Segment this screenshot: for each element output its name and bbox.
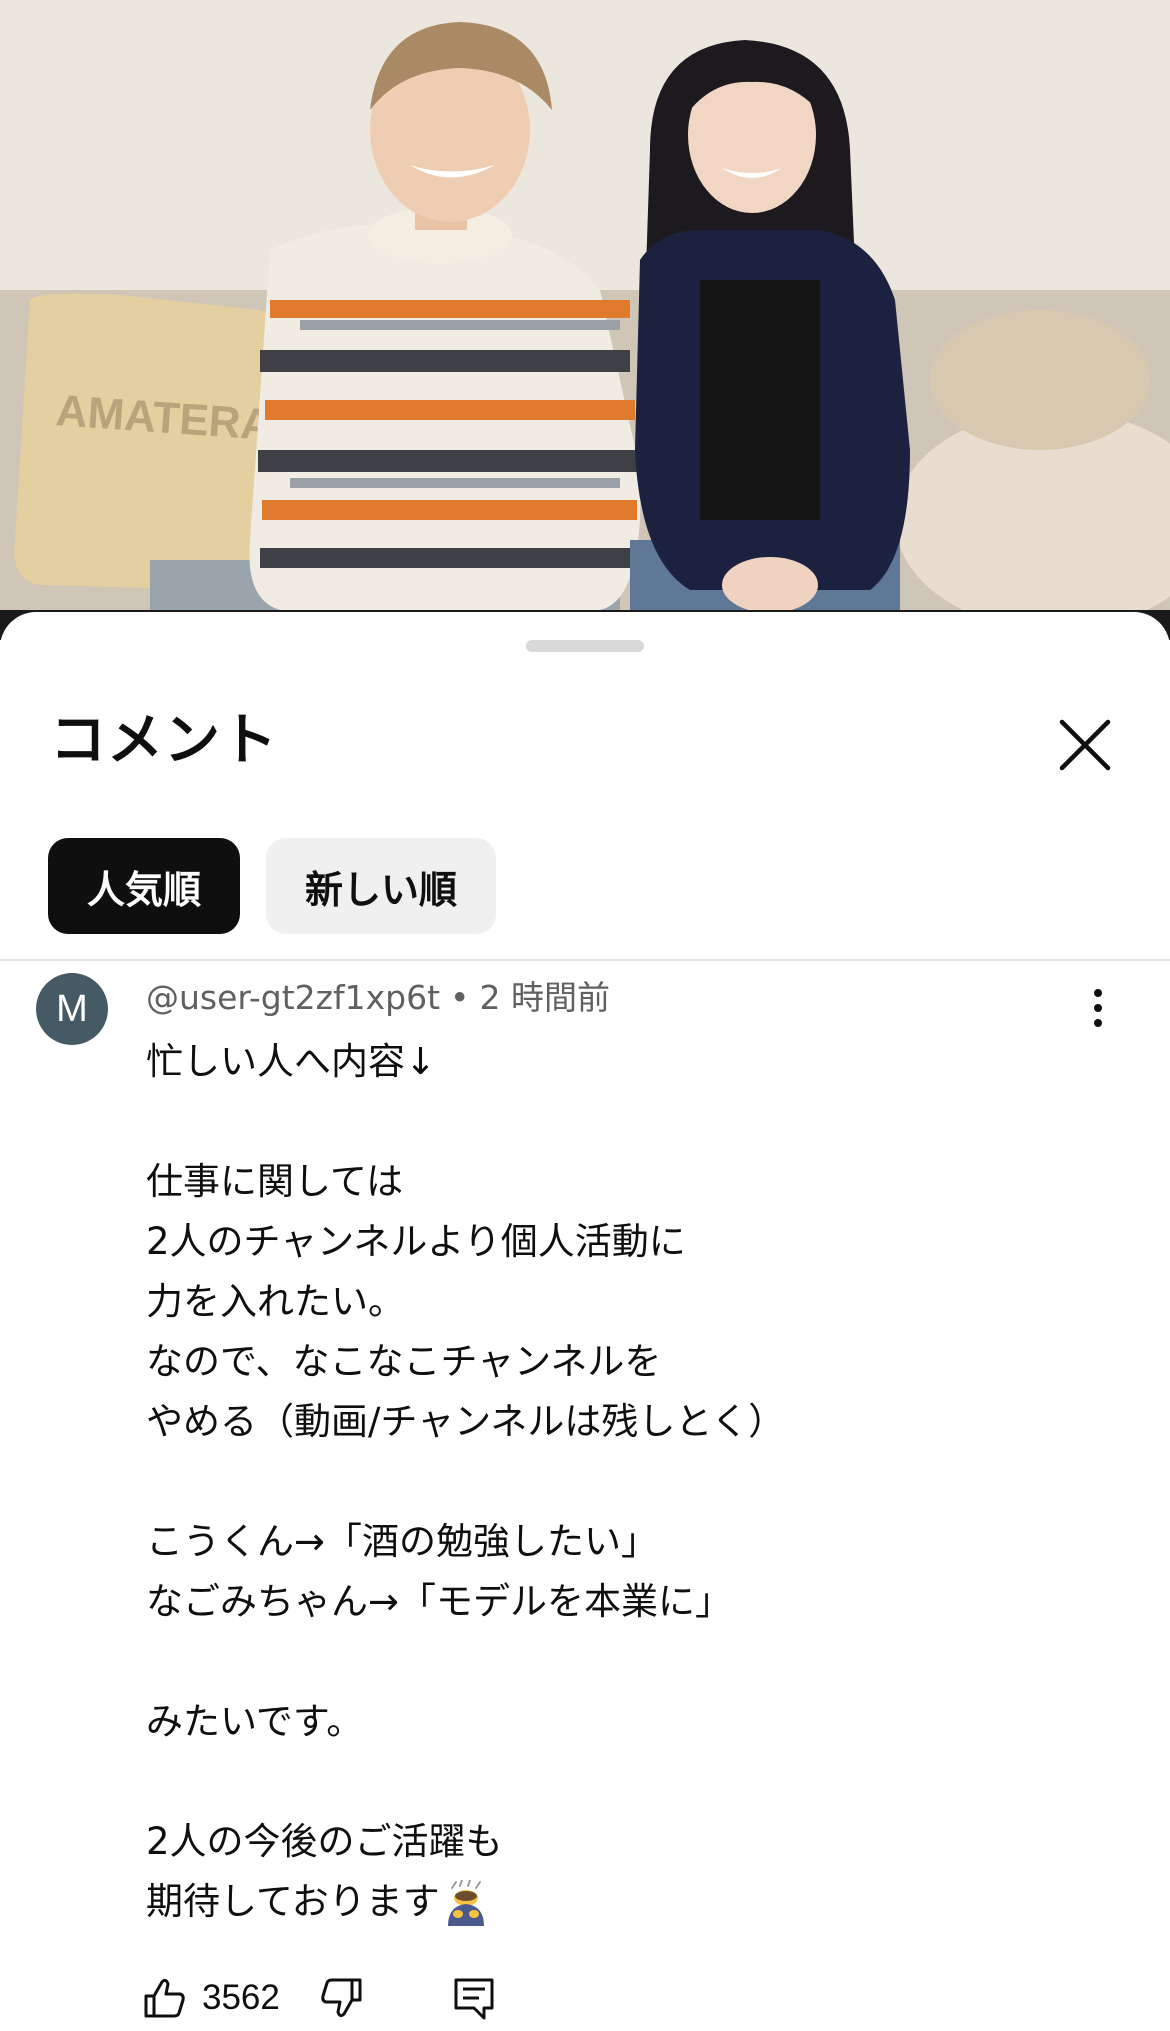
close-button[interactable] [1056, 716, 1114, 774]
comments-screen: AMATERA コメント 人気順 新しい順 M @user-gt2zf1xp6t… [0, 0, 1170, 2031]
thumbs-up-icon[interactable] [140, 1974, 188, 2022]
more-vertical-icon [1082, 989, 1114, 1027]
video-player[interactable]: AMATERA [0, 0, 1170, 640]
comment-line [146, 1452, 1106, 1512]
comment-line: やめる（動画/チャンネルは残しとく） [146, 1400, 786, 1443]
comment-author[interactable]: @user-gt2zf1xp6t [146, 978, 440, 1017]
comment-line [146, 1632, 1106, 1692]
like-count: 3562 [202, 1978, 280, 2017]
reply-comment-icon[interactable] [450, 1974, 498, 2022]
chip-top-comments[interactable]: 人気順 [48, 838, 240, 934]
meta-separator: • [450, 978, 470, 1017]
comment-time: 2 時間前 [479, 978, 610, 1017]
comment-line-last: 期待しております [146, 1872, 1106, 1932]
comment-line: なごみちゃん→「モデルを本業に」 [146, 1580, 733, 1623]
comment-line [146, 1752, 1106, 1812]
comment-line: なので、なこなこチャンネルを [146, 1340, 662, 1383]
comment-line: みたいです。 [146, 1700, 364, 1743]
comment-line: 仕事に関しては [146, 1160, 404, 1203]
comment-line: 力を入れたい。 [146, 1280, 405, 1323]
comment-line: 2人のチャンネルより個人活動に [146, 1220, 686, 1263]
comment-line: こうくん→「酒の勉強したい」 [146, 1520, 659, 1563]
comment-actions: 3562 [140, 1968, 498, 2028]
comment-line [146, 1092, 1106, 1152]
comment-text: 忙しい人へ内容↓ 仕事に関しては 2人のチャンネルより個人活動に 力を入れたい。… [146, 1032, 1106, 1932]
comment-meta: @user-gt2zf1xp6t • 2 時間前 [146, 974, 610, 1022]
drag-handle[interactable] [526, 640, 644, 652]
comment-line: 忙しい人へ内容↓ [146, 1040, 437, 1083]
comment-line: 2人の今後のご活躍も [146, 1820, 503, 1863]
comment-line-text: 期待しております [146, 1880, 440, 1923]
avatar[interactable]: M [36, 973, 108, 1045]
close-icon [1059, 719, 1111, 771]
comments-sheet: コメント 人気順 新しい順 M @user-gt2zf1xp6t • 2 時間前 忙… [0, 612, 1170, 2031]
sheet-title: コメント [50, 708, 278, 773]
chip-newest-first[interactable]: 新しい順 [266, 838, 496, 934]
sort-chips: 人気順 新しい順 [48, 838, 496, 934]
video-frame-illustration: AMATERA [0, 0, 1170, 640]
divider [0, 959, 1170, 961]
bowing-person-emoji [447, 1879, 484, 1926]
thumbs-down-icon[interactable] [318, 1974, 366, 2022]
